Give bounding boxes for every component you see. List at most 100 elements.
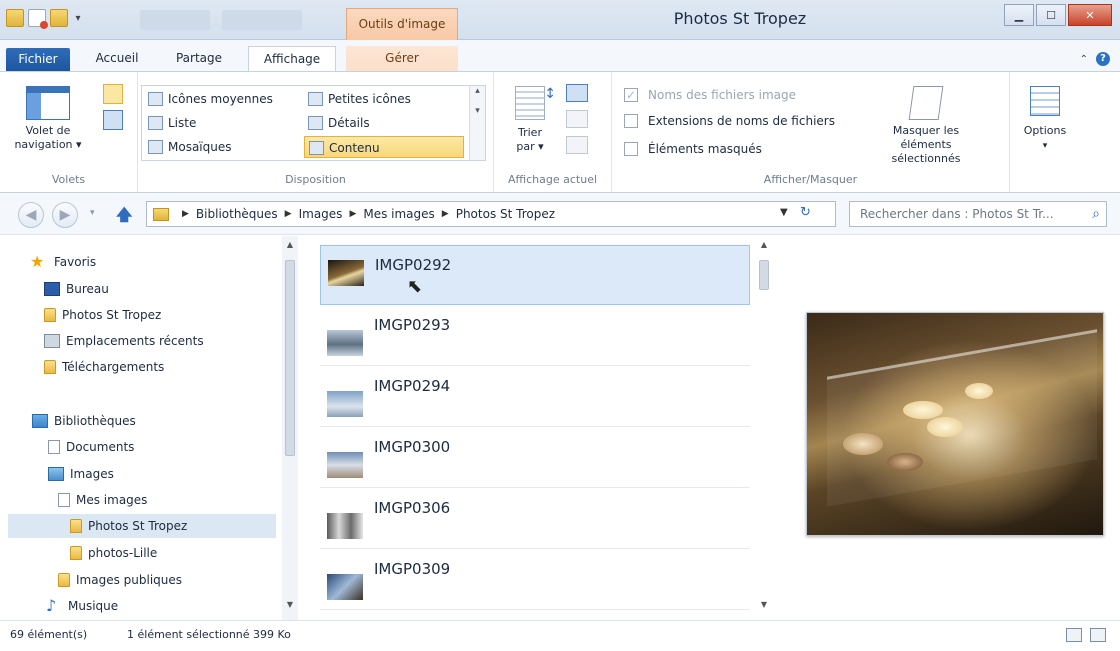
file-row[interactable]: IMGP0306 (320, 489, 750, 549)
up-arrow-icon[interactable]: 🡅 (116, 204, 132, 231)
scrollbar-thumb[interactable] (759, 260, 769, 290)
nav-pane-scrollbar[interactable]: ▲ ▼ (282, 236, 298, 620)
scrollbar-thumb[interactable] (285, 260, 295, 456)
navigation-pane-button[interactable]: Volet de navigation ▾ (8, 86, 88, 152)
layout-details[interactable]: Détails (304, 112, 464, 134)
layout-gallery-scroll[interactable]: ▴ ▾ (469, 86, 485, 160)
faded-tab (140, 10, 210, 30)
help-icon[interactable]: ? (1096, 52, 1110, 66)
nav-item-label: Images publiques (76, 573, 183, 587)
desktop-icon (44, 282, 60, 296)
file-row[interactable]: IMGP0293 (320, 306, 750, 366)
tab-partage[interactable]: Partage (164, 46, 234, 71)
file-list-scrollbar[interactable]: ▲ ▼ (756, 236, 772, 620)
file-row[interactable]: IMGP0309 (320, 550, 750, 610)
tab-affichage[interactable]: Affichage (248, 46, 336, 71)
details-view-icon[interactable] (1066, 628, 1082, 642)
scroll-up-icon[interactable]: ▲ (282, 240, 298, 249)
layout-small-icons[interactable]: Petites icônes (304, 88, 464, 110)
maximize-button[interactable]: ☐ (1036, 4, 1066, 26)
preview-pane-icon[interactable] (103, 84, 123, 104)
file-row[interactable]: IMGP0292 ⬉ (320, 245, 750, 305)
nav-item-pictures[interactable]: Images (48, 462, 114, 486)
nav-item-my-pictures[interactable]: Mes images (58, 488, 147, 512)
minimize-ribbon-icon[interactable]: ⌃ (1080, 54, 1088, 65)
address-bar[interactable]: ▶ Bibliothèques ▶ Images ▶ Mes images ▶ … (146, 201, 836, 227)
breadcrumb-current-folder[interactable]: Photos St Tropez (456, 207, 555, 221)
search-input[interactable]: Rechercher dans : Photos St Tr... ⌕ (849, 201, 1107, 227)
forward-button[interactable]: ▶ (52, 202, 78, 228)
navigation-pane: ★ Favoris Bureau Photos St Tropez Emplace… (0, 236, 300, 620)
layout-list[interactable]: Liste (144, 112, 300, 134)
nav-item-desktop[interactable]: Bureau (44, 277, 109, 301)
details-pane-icon[interactable] (103, 110, 123, 130)
layout-tiles[interactable]: Mosaïques (144, 136, 300, 158)
back-button[interactable]: ◀ (18, 202, 44, 228)
nav-item-photos-st-tropez[interactable]: Photos St Tropez (8, 514, 276, 538)
layout-item-label: Détails (328, 116, 370, 130)
sort-by-button[interactable]: ↕ Trier par ▾ (508, 86, 556, 154)
hide-selected-icon (908, 86, 944, 120)
group-by-icon[interactable] (566, 84, 588, 102)
nav-item-music[interactable]: ♪ Musique (46, 594, 118, 618)
checkbox-hidden-items[interactable]: Éléments masqués (624, 140, 762, 158)
nav-item-photos-lille[interactable]: photos-Lille (70, 541, 157, 565)
nav-item-public-pictures[interactable]: Images publiques (58, 568, 182, 592)
breadcrumb-my-pictures[interactable]: Mes images (363, 207, 434, 221)
chevron-right-icon[interactable]: ▶ (285, 209, 292, 219)
layout-content[interactable]: Contenu (304, 136, 464, 158)
group-current-view: ↕ Trier par ▾ Affichage actuel (494, 72, 612, 192)
scroll-up-icon[interactable]: ▲ (756, 240, 772, 249)
close-button[interactable]: ✕ (1068, 4, 1112, 26)
add-columns-icon (566, 110, 588, 128)
checkbox (624, 86, 638, 104)
document-library-icon (48, 440, 60, 454)
refresh-icon[interactable]: ↻ (800, 205, 811, 220)
nav-item-downloads[interactable]: Téléchargements (44, 355, 164, 379)
options-label: Options (1023, 124, 1067, 137)
hide-selected-button[interactable]: Masquer les éléments sélectionnés (850, 86, 1002, 166)
recent-locations-dropdown-icon[interactable]: ▾ (90, 208, 95, 218)
tab-gerer[interactable]: Gérer (346, 46, 458, 71)
pastry (927, 417, 963, 437)
file-name: IMGP0294 (374, 377, 451, 395)
folder-icon[interactable] (6, 9, 24, 27)
layout-medium-icons[interactable]: Icônes moyennes (144, 88, 300, 110)
sort-by-label: Trier par ▾ (516, 126, 544, 153)
checkbox[interactable] (624, 142, 638, 156)
qat-dropdown-icon[interactable]: ▾ (72, 13, 84, 24)
large-icons-view-icon[interactable] (1090, 628, 1106, 642)
tab-fichier[interactable]: Fichier (6, 48, 70, 71)
new-folder-icon[interactable] (50, 9, 68, 27)
window-title: Photos St Tropez (673, 9, 807, 28)
checkbox-file-extensions[interactable]: Extensions de noms de fichiers (624, 112, 835, 130)
file-row[interactable]: IMGP0294 (320, 367, 750, 427)
address-dropdown-icon[interactable]: ▼ (780, 207, 788, 218)
nav-item-favorites[interactable]: ★ Favoris (30, 250, 96, 274)
file-row[interactable]: IMGP0300 (320, 428, 750, 488)
small-icons-icon (308, 92, 323, 106)
scroll-down-icon[interactable]: ▼ (756, 600, 772, 609)
nav-item-documents[interactable]: Documents (48, 435, 134, 459)
options-button[interactable]: Options ▾ (1016, 86, 1074, 153)
properties-icon[interactable] (28, 9, 48, 29)
minimize-button[interactable]: ▁ (1004, 4, 1034, 26)
breadcrumb-images[interactable]: Images (299, 207, 343, 221)
nav-item-photos-st-tropez-fav[interactable]: Photos St Tropez (44, 303, 161, 327)
chevron-right-icon[interactable]: ▶ (182, 209, 189, 219)
chevron-right-icon[interactable]: ▶ (442, 209, 449, 219)
music-icon: ♪ (46, 596, 57, 615)
chevron-right-icon[interactable]: ▶ (349, 209, 356, 219)
ribbon-right-controls: ⌃ ? (1080, 52, 1110, 66)
nav-item-libraries[interactable]: Bibliothèques (32, 409, 136, 433)
scroll-down-icon[interactable]: ▼ (282, 600, 298, 609)
size-columns-icon[interactable] (566, 136, 588, 154)
medium-icons-icon (148, 92, 163, 106)
nav-item-recent-places[interactable]: Emplacements récents (44, 329, 204, 353)
breadcrumb-libraries[interactable]: Bibliothèques (196, 207, 278, 221)
checkbox[interactable] (624, 114, 638, 128)
search-icon[interactable]: ⌕ (1092, 202, 1100, 226)
group-label-panes: Volets (51, 173, 86, 186)
tab-accueil[interactable]: Accueil (84, 46, 150, 71)
nav-item-label: photos-Lille (88, 546, 158, 560)
